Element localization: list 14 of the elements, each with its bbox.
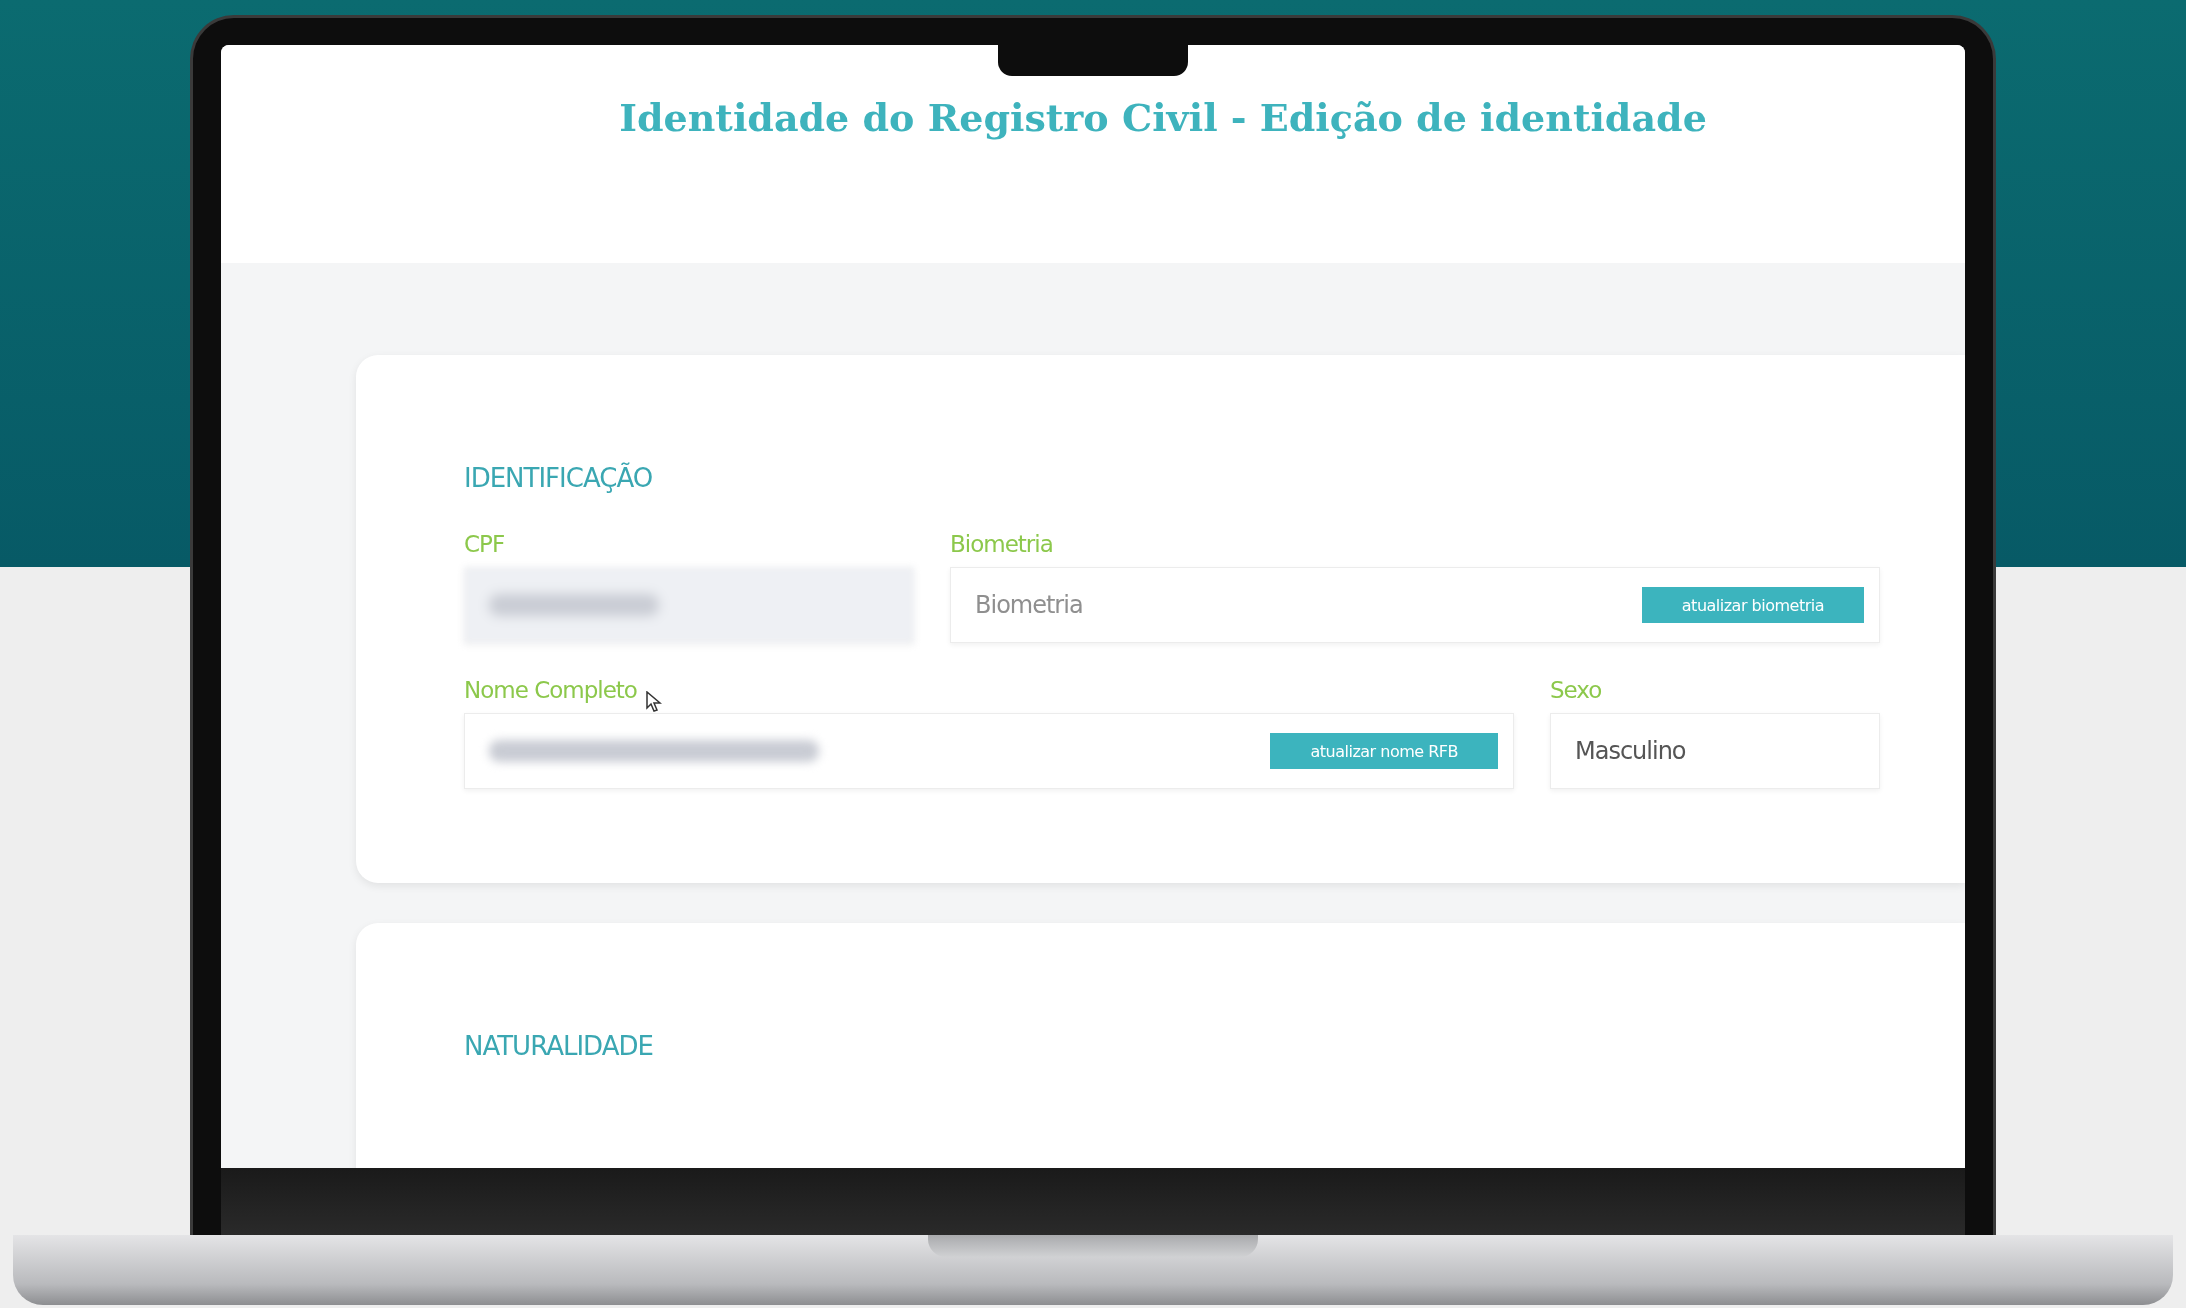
input-field[interactable]: Masculino	[1550, 713, 1880, 789]
page-title: Identidade do Registro Civil - Edição de identidade	[619, 95, 1707, 142]
section-heading: NATURALIDADE	[464, 1031, 654, 1061]
input-placeholder: Biometria	[975, 591, 1083, 619]
input-field[interactable]: Biometria atualizar biometria	[950, 567, 1880, 643]
section-heading: IDENTIFICAÇÃO	[464, 463, 654, 493]
update-button[interactable]: atualizar biometria	[1641, 587, 1864, 623]
field-label: Biometria	[950, 531, 1053, 557]
blurred-input[interactable]	[464, 567, 914, 643]
field-label: CPF	[464, 531, 505, 557]
field-label: Nome Completo	[464, 677, 637, 703]
field-label: Sexo	[1550, 677, 1602, 703]
blurred-input[interactable]: atualizar nome RFB	[464, 713, 1514, 789]
update-button[interactable]: atualizar nome RFB	[1270, 733, 1498, 769]
